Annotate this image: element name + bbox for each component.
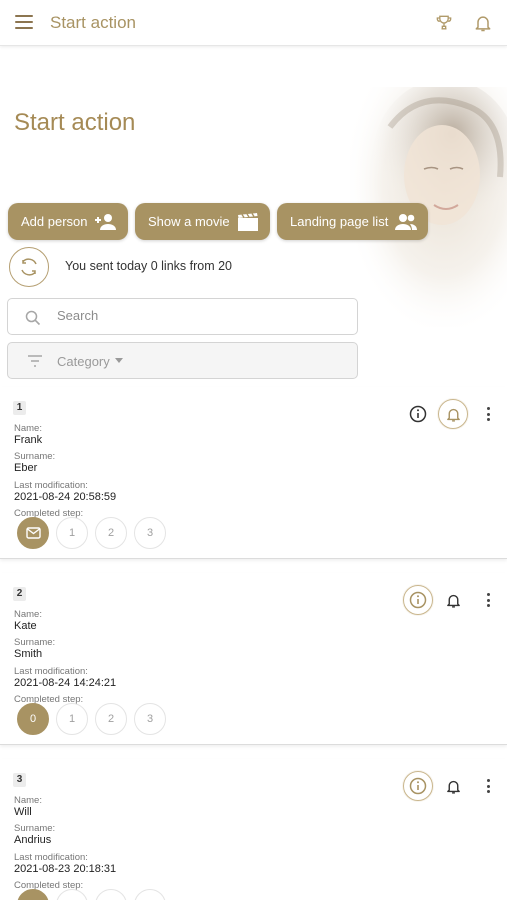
show-movie-button[interactable]: Show a movie	[135, 203, 270, 240]
more-options-icon[interactable]	[486, 779, 491, 794]
refresh-button[interactable]	[9, 247, 49, 287]
dropdown-caret-icon	[115, 358, 123, 363]
page-title: Start action	[14, 109, 136, 136]
person-name: Will	[14, 806, 32, 818]
person-card[interactable]: 1 Name: Frank Surname: Eber Last modific…	[0, 387, 507, 559]
last-modification-value: 2021-08-24 14:24:21	[14, 677, 117, 689]
person-card[interactable]: 3 Name: Will Surname: Andrius Last modif…	[0, 759, 507, 900]
reminder-bell-icon[interactable]	[438, 399, 468, 429]
name-label: Name:	[14, 795, 42, 806]
search-input[interactable]	[57, 308, 337, 323]
surname-label: Surname:	[14, 637, 56, 648]
group-icon	[395, 214, 417, 230]
step-2[interactable]: 2	[95, 703, 127, 735]
last-modification-label: Last modification:	[14, 666, 88, 677]
last-modification-value: 2021-08-23 20:18:31	[14, 863, 117, 875]
menu-icon[interactable]	[15, 15, 33, 31]
notifications-bell-icon[interactable]	[473, 13, 493, 33]
app: Start action Start action Add person Sho…	[0, 0, 507, 900]
app-bar-title: Start action	[50, 13, 136, 32]
person-surname: Smith	[14, 648, 43, 660]
surname-label: Surname:	[14, 823, 56, 834]
last-modification-value: 2021-08-24 20:58:59	[14, 491, 117, 503]
name-label: Name:	[14, 423, 42, 434]
step-1[interactable]: 1	[56, 703, 88, 735]
person-name: Kate	[14, 620, 37, 632]
info-icon[interactable]	[403, 585, 433, 615]
step-3[interactable]: 3	[134, 517, 166, 549]
clapperboard-icon	[238, 213, 258, 231]
mail-step-icon[interactable]	[17, 517, 49, 549]
landing-page-list-label: Landing page list	[290, 214, 389, 229]
last-modification-label: Last modification:	[14, 852, 88, 863]
surname-label: Surname:	[14, 451, 56, 462]
step-2[interactable]: 2	[95, 889, 127, 900]
reminder-bell-icon[interactable]	[438, 771, 468, 801]
person-number: 3	[13, 773, 26, 787]
category-label: Category	[57, 354, 110, 369]
step-2[interactable]: 2	[95, 517, 127, 549]
last-modification-label: Last modification:	[14, 480, 88, 491]
person-number: 1	[13, 401, 26, 415]
hero-section: Start action Add person Show a movie Lan…	[0, 47, 507, 387]
person-surname: Andrius	[14, 834, 52, 846]
person-number: 2	[13, 587, 26, 601]
show-movie-label: Show a movie	[148, 214, 230, 229]
search-icon	[25, 310, 41, 326]
info-icon[interactable]	[403, 771, 433, 801]
trophy-icon[interactable]	[434, 13, 454, 33]
step-3[interactable]: 3	[134, 889, 166, 900]
more-options-icon[interactable]	[486, 593, 491, 608]
step-0[interactable]: 0	[17, 703, 49, 735]
more-options-icon[interactable]	[486, 407, 491, 422]
name-label: Name:	[14, 609, 42, 620]
add-person-label: Add person	[21, 214, 88, 229]
filter-icon	[28, 355, 42, 367]
step-1[interactable]: 1	[56, 517, 88, 549]
search-field[interactable]	[7, 298, 358, 335]
info-icon[interactable]	[403, 399, 433, 429]
person-card[interactable]: 2 Name: Kate Surname: Smith Last modific…	[0, 573, 507, 745]
add-person-icon	[95, 214, 116, 230]
reminder-bell-icon[interactable]	[438, 585, 468, 615]
daily-links-status: You sent today 0 links from 20	[65, 259, 232, 273]
category-select[interactable]: Category	[7, 342, 358, 379]
step-3[interactable]: 3	[134, 703, 166, 735]
add-person-button[interactable]: Add person	[8, 203, 128, 240]
landing-page-list-button[interactable]: Landing page list	[277, 203, 428, 240]
top-app-bar: Start action	[0, 0, 507, 46]
person-name: Frank	[14, 434, 43, 446]
person-surname: Eber	[14, 462, 38, 474]
refresh-icon	[21, 258, 37, 276]
